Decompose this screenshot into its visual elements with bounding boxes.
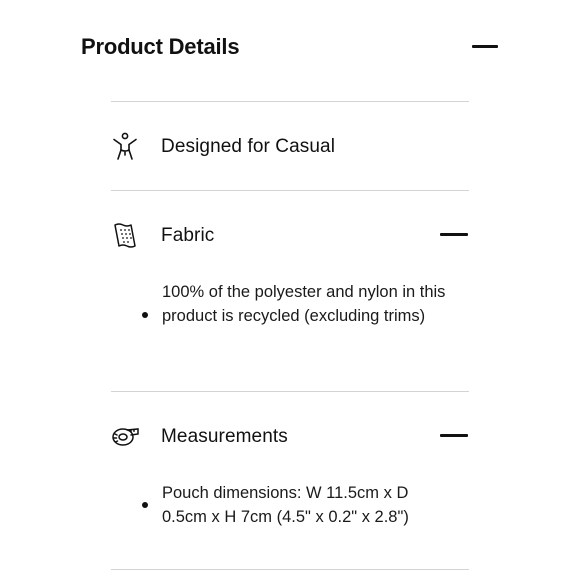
divider — [111, 391, 469, 392]
measuring-tape-icon — [110, 421, 140, 451]
divider — [111, 101, 469, 102]
person-stretch-icon — [110, 131, 140, 161]
row-label-fabric: Fabric — [161, 225, 215, 246]
collapse-fabric-button[interactable] — [438, 225, 470, 245]
bullet — [142, 502, 148, 508]
collapse-measurements-button[interactable] — [438, 426, 470, 446]
panel-title: Product Details — [81, 34, 240, 59]
divider — [111, 569, 469, 570]
fabric-detail-text: 100% of the polyester and nylon in this … — [162, 283, 446, 325]
row-label-measurements: Measurements — [161, 426, 288, 447]
fabric-swatch-icon — [110, 220, 140, 250]
row-label-designed-for: Designed for Casual — [161, 136, 336, 157]
measurements-detail-text: Pouch dimensions: W 11.5cm x D 0.5cm x H… — [162, 484, 409, 526]
divider — [111, 190, 469, 191]
bullet — [142, 312, 148, 318]
collapse-product-details-button[interactable] — [470, 37, 500, 57]
